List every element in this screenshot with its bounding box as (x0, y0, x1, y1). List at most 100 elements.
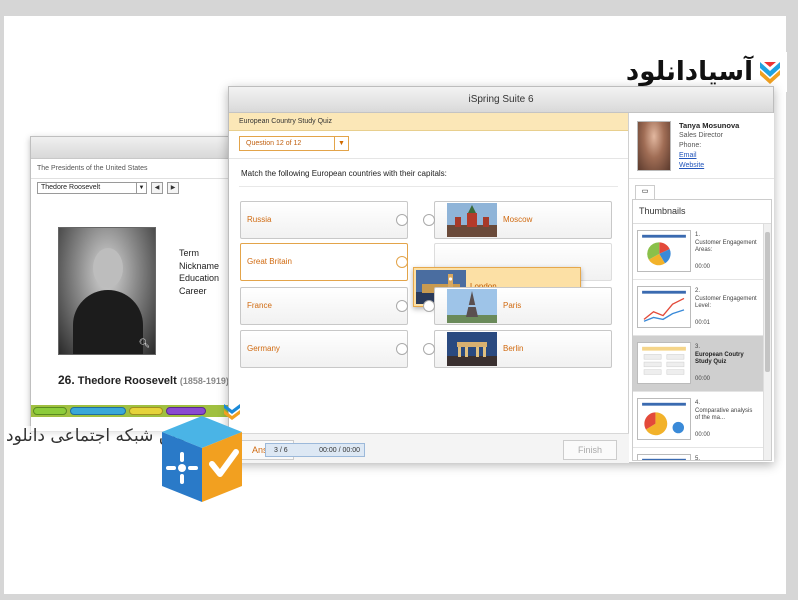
player-sidebar: Tanya Mosunova Sales Director Phone: Ema… (629, 113, 774, 462)
connector-knob[interactable] (423, 343, 435, 355)
thumbnail-item-selected[interactable]: 3. European Coutry Study Quiz 00:00 (633, 336, 763, 392)
president-dropdown[interactable]: Thedore Roosevelt ▼ (37, 182, 147, 194)
thumbnail-title: Comparative analysis of the ma... (695, 407, 753, 422)
thumbnail-text: 3. European Coutry Study Quiz (695, 344, 759, 367)
match-row: Russia Moscow (240, 201, 614, 239)
country-item-russia[interactable]: Russia (240, 201, 408, 239)
thumbnail-duration: 00:00 (695, 376, 711, 382)
capital-item-moscow[interactable]: Moscow (423, 201, 612, 239)
country-item-great-britain[interactable]: Great Britain (240, 243, 408, 281)
thumbnail-duration: 00:01 (695, 320, 711, 326)
question-dropdown[interactable]: Question 12 of 12 ▼ (239, 136, 349, 151)
thumbnail-item[interactable]: 5. (633, 448, 763, 461)
president-dropdown-value: Thedore Roosevelt (41, 184, 101, 191)
president-select-row: Thedore Roosevelt ▼ ◀ ▶ (31, 179, 239, 197)
frame-top-border (0, 0, 798, 16)
prev-president-button[interactable]: ◀ (151, 182, 163, 194)
slide-thumbnail-image (637, 454, 691, 460)
country-label: Germany (247, 344, 280, 353)
connector-knob[interactable] (396, 300, 408, 312)
thumbnail-index: 5. (695, 456, 701, 461)
thumbnail-index: 4. (695, 400, 701, 406)
thumbnail-text: 4. Comparative analysis of the ma... (695, 400, 759, 423)
field-education[interactable]: Education (179, 272, 219, 285)
thumbnail-text: 2. Customer Engagement Level: (695, 288, 759, 311)
thumbnail-index: 2. (695, 288, 701, 294)
quiz-instruction: Match the following European countries w… (239, 159, 618, 187)
field-career[interactable]: Career (179, 285, 219, 298)
frame-left-border (0, 0, 4, 600)
connector-knob[interactable] (396, 256, 408, 268)
connector-knob[interactable] (423, 214, 435, 226)
presenter-phone: Phone: (679, 142, 702, 149)
thumbnail-title: Customer Engagement Level: (695, 295, 757, 310)
question-dropdown-value: Question 12 of 12 (246, 140, 302, 147)
presenter-website-link[interactable]: Website (679, 161, 739, 171)
slide-thumbnail-image (637, 342, 691, 384)
finish-button[interactable]: Finish (563, 440, 617, 460)
thumbnail-item[interactable]: 1. Customer Engagement Areas: 00:00 (633, 224, 763, 280)
presenter-email-link[interactable]: Email (679, 151, 739, 161)
country-label: France (247, 301, 272, 310)
capital-item-paris[interactable]: Paris (423, 287, 612, 325)
thumbnail-title: European Coutry Study Quiz (695, 351, 744, 366)
window-icon: ▭ (641, 188, 649, 195)
thumbnails-title: Thumbnails (633, 200, 771, 224)
presenter-role: Sales Director (679, 132, 723, 139)
country-label: Great Britain (247, 257, 292, 266)
thumbnails-scrollbar[interactable] (763, 224, 771, 460)
thumbnail-index: 1. (695, 232, 701, 238)
presenter-info: Tanya Mosunova Sales Director Phone: Ema… (679, 121, 739, 170)
connector-knob[interactable] (396, 343, 408, 355)
logo-text: آسیادانلود (625, 57, 753, 87)
question-row: Question 12 of 12 ▼ (229, 131, 628, 159)
president-name: Thedore Roosevelt (77, 375, 177, 387)
scrollbar-handle[interactable] (765, 232, 770, 372)
president-caption: 26. Thedore Roosevelt (1858-1919) (58, 373, 229, 387)
timeline-segment[interactable] (33, 407, 67, 415)
connector-knob[interactable] (423, 300, 435, 312)
presenter-card: Tanya Mosunova Sales Director Phone: Ema… (629, 113, 774, 179)
portrait-body (73, 290, 143, 354)
next-president-button[interactable]: ▶ (167, 182, 179, 194)
thumbnail-item[interactable]: 2. Customer Engagement Level: 00:01 (633, 280, 763, 336)
frame-right-border (786, 0, 798, 600)
thumbnail-duration: 00:00 (695, 432, 711, 438)
slide-thumbnail-image (637, 398, 691, 440)
chevron-down-icon: ▼ (136, 183, 146, 193)
field-term[interactable]: Term (179, 247, 219, 260)
presidents-window-titlebar (31, 137, 239, 159)
slide-thumbnail-image (637, 286, 691, 328)
watermark-box-logo-icon (162, 404, 242, 502)
magnifier-icon[interactable]: 🔍︎ (139, 338, 150, 349)
ispring-player-window: iSpring Suite 6 European Country Study Q… (228, 86, 774, 463)
thumbnail-item[interactable]: 4. Comparative analysis of the ma... 00:… (633, 392, 763, 448)
thumbnails-tab[interactable]: ▭ (635, 185, 655, 199)
president-portrait[interactable]: 🔍︎ (58, 227, 156, 355)
paris-photo-icon (447, 289, 497, 323)
thumbnails-panel: Thumbnails 1. Customer Engagement Areas:… (632, 199, 772, 461)
portrait-head (93, 248, 123, 288)
connector-knob[interactable] (396, 214, 408, 226)
country-label: Russia (247, 215, 272, 224)
quiz-title: European Country Study Quiz (229, 113, 628, 131)
moscow-photo-icon (447, 203, 497, 237)
presenter-name: Tanya Mosunova (679, 121, 740, 130)
berlin-photo-icon (447, 332, 497, 366)
playback-progress[interactable]: 3 / 6 00:00 / 00:00 (265, 443, 365, 457)
window-title: iSpring Suite 6 (229, 87, 773, 113)
capital-label: Paris (503, 301, 522, 310)
thumbnail-index: 3. (695, 344, 701, 350)
country-item-france[interactable]: France (240, 287, 408, 325)
country-item-germany[interactable]: Germany (240, 330, 408, 368)
capital-item-berlin[interactable]: Berlin (423, 330, 612, 368)
frame-bottom-border (0, 594, 798, 600)
timeline-segment[interactable] (70, 407, 126, 415)
president-fields: Term Nickname Education Career (179, 247, 219, 297)
match-row: France Paris (240, 287, 614, 325)
field-nickname[interactable]: Nickname (179, 260, 219, 273)
presidents-breadcrumb: The Presidents of the United States (31, 159, 239, 179)
slide-thumbnail-image (637, 230, 691, 272)
thumbnail-title: Customer Engagement Areas: (695, 239, 757, 254)
quiz-panel: European Country Study Quiz Question 12 … (229, 113, 629, 463)
